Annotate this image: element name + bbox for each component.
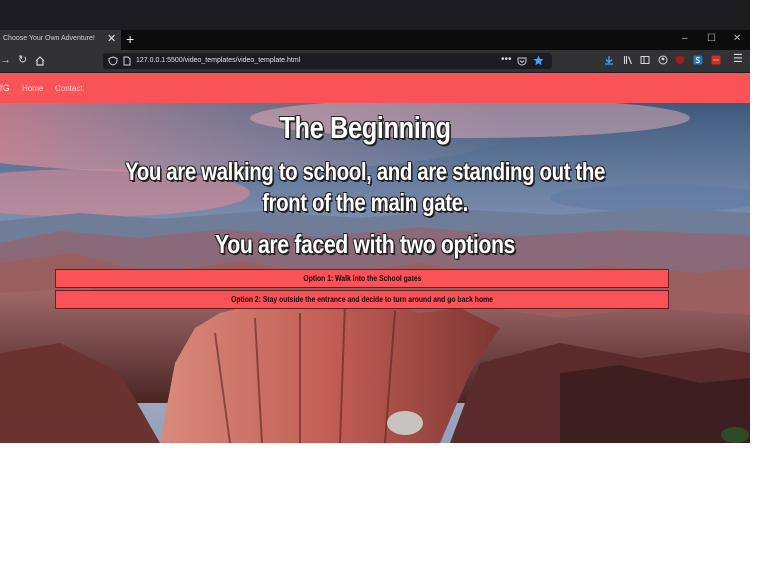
close-tab-icon[interactable]: ✕	[107, 33, 116, 45]
option-2-label: Option 2: Stay outside the entrance and …	[231, 295, 493, 304]
options-prompt: You are faced with two options	[214, 229, 516, 259]
extension-red-icon[interactable]	[711, 55, 721, 65]
site-navbar: IG Home Contact	[0, 73, 750, 103]
nav-link-contact[interactable]: Contact	[55, 84, 83, 93]
option-1-label: Option 1: Walk into the School gates	[302, 274, 421, 283]
sidebar-icon[interactable]	[640, 55, 650, 65]
close-window-icon[interactable]: ✕	[733, 33, 741, 45]
account-icon[interactable]	[658, 55, 668, 65]
reload-icon[interactable]: ↻	[18, 54, 27, 66]
tab-title: Choose Your Own Adventure!	[3, 35, 95, 42]
shield-icon[interactable]	[108, 56, 118, 66]
story-title: The Beginning	[279, 110, 451, 145]
library-icon[interactable]	[623, 55, 633, 65]
home-icon[interactable]	[35, 56, 45, 66]
ublock-icon[interactable]	[675, 55, 685, 65]
menu-icon[interactable]: ☰	[733, 53, 743, 65]
option-2-button[interactable]: Option 2: Stay outside the entrance and …	[55, 290, 669, 309]
tab-strip: Choose Your Own Adventure! ✕ + – ☐ ✕	[0, 30, 750, 50]
navigation-toolbar: → ↻ 127.0.0.1:5500/video_templates/video…	[0, 50, 750, 72]
bookmark-star-icon[interactable]	[533, 55, 544, 66]
option-1-button[interactable]: Option 1: Walk into the School gates	[55, 269, 669, 288]
minimize-icon[interactable]: –	[682, 33, 688, 45]
browser-tab[interactable]: Choose Your Own Adventure! ✕	[0, 30, 121, 50]
downloads-icon[interactable]	[604, 55, 614, 65]
url-text: 127.0.0.1:5500/video_templates/video_tem…	[136, 57, 301, 64]
forward-icon[interactable]: →	[0, 54, 11, 66]
page-icon	[123, 56, 131, 66]
new-tab-icon[interactable]: +	[126, 31, 134, 47]
extension-blue-icon[interactable]	[693, 55, 703, 65]
hero-section: The Beginning You are walking to school,…	[0, 103, 750, 443]
address-bar[interactable]: 127.0.0.1:5500/video_templates/video_tem…	[103, 53, 552, 69]
pocket-icon[interactable]	[517, 56, 527, 66]
story-scenario: You are walking to school, and are stand…	[125, 158, 605, 217]
page-actions-icon[interactable]: •••	[501, 54, 512, 66]
browser-window: Choose Your Own Adventure! ✕ + – ☐ ✕ → ↻…	[0, 0, 750, 443]
maximize-icon[interactable]: ☐	[707, 33, 716, 45]
site-brand[interactable]: IG	[0, 83, 10, 93]
nav-link-home[interactable]: Home	[22, 84, 43, 93]
